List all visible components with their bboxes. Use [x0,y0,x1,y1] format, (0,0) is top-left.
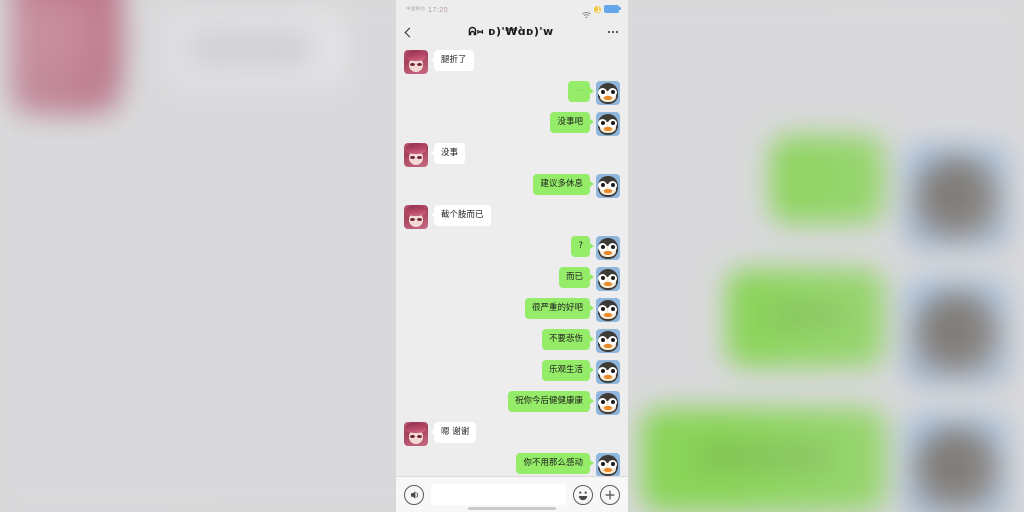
chevron-left-icon [404,27,415,37]
outgoing-message-bubble[interactable]: 不要悲伤 [541,329,594,350]
message-row: 截个肢而已 [404,205,620,229]
meme-penguin-avatar[interactable] [596,81,620,105]
more-options-button[interactable] [602,30,618,34]
anime-girl-avatar[interactable] [404,205,428,229]
phone-screenshot: 中国移动 17:20 ᕱ⑅ ᴅ)'₩ɑ̀ᴅ)'ᴡ 腿折了 ··· 没事吧 没事 … [396,0,628,512]
meme-penguin-avatar[interactable] [596,453,620,476]
anime-girl-avatar[interactable] [404,422,428,446]
chat-title: ᕱ⑅ ᴅ)'₩ɑ̀ᴅ)'ᴡ [468,25,554,38]
carrier-label: 中国移动 [406,6,425,11]
incoming-message-bubble[interactable]: 没事 [430,143,466,164]
outgoing-message-bubble[interactable]: 而已 [558,267,594,288]
message-row: ? [404,236,620,260]
message-row: 腿折了 [404,50,620,74]
message-row: 你不用那么感动 [404,453,620,476]
wifi-icon [582,6,591,19]
meme-penguin-avatar[interactable] [596,391,620,415]
more-options-icon [612,30,615,34]
meme-penguin-avatar[interactable] [596,236,620,260]
message-row: 没事 [404,143,620,167]
message-row: 乐观生活 [404,360,620,384]
incoming-message-bubble[interactable]: 截个肢而已 [430,205,491,226]
message-row: 而已 [404,267,620,291]
shield-check-icon [594,5,601,13]
outgoing-message-bubble[interactable]: 没事吧 [550,112,593,133]
battery-icon [604,5,621,13]
nav-bar: ᕱ⑅ ᴅ)'₩ɑ̀ᴅ)'ᴡ [396,18,628,46]
message-row: 祝你今后健健康康 [404,391,620,415]
outgoing-message-bubble[interactable]: 你不用那么感动 [516,453,593,474]
status-time: 17:20 [427,4,449,14]
message-row: 不要悲伤 [404,329,620,353]
message-row: 很严重的好吧 [404,298,620,322]
anime-girl-avatar[interactable] [404,50,428,74]
outgoing-message-bubble[interactable]: 乐观生活 [541,360,594,381]
meme-penguin-avatar[interactable] [596,329,620,353]
emoji-smiley-icon[interactable] [573,484,593,505]
more-options-icon [615,30,618,34]
outgoing-message-bubble[interactable]: ? [571,236,593,257]
meme-penguin-avatar[interactable] [596,298,620,322]
message-row: ··· [404,81,620,105]
meme-penguin-avatar[interactable] [596,174,620,198]
back-button[interactable] [404,23,420,41]
message-row: 嗯 谢谢 [404,422,620,446]
incoming-message-bubble[interactable]: 嗯 谢谢 [430,422,477,443]
home-indicator [468,507,556,510]
more-options-icon [608,30,611,34]
outgoing-message-bubble[interactable]: 祝你今后健健康康 [507,391,594,412]
status-bar: 中国移动 17:20 [396,0,628,19]
outgoing-message-bubble[interactable]: 建议多休息 [533,174,593,195]
message-list[interactable]: 腿折了 ··· 没事吧没事建议多休息截个肢而已? 而已很严重的好吧不要悲伤乐观生活祝你… [396,46,628,476]
meme-penguin-avatar[interactable] [596,112,620,136]
message-input[interactable] [431,484,566,505]
incoming-message-bubble[interactable]: 腿折了 [430,50,474,71]
anime-girl-avatar[interactable] [404,143,428,167]
meme-penguin-avatar[interactable] [596,360,620,384]
outgoing-message-bubble[interactable]: ··· [567,81,594,102]
message-row: 建议多休息 [404,174,620,198]
add-plus-icon[interactable] [600,484,620,505]
meme-penguin-avatar[interactable] [596,267,620,291]
voice-record-icon[interactable] [404,484,424,505]
screen: 中国移动 17:20 ᕱ⑅ ᴅ)'₩ɑ̀ᴅ)'ᴡ 腿折了 ··· 没事吧 没事 … [0,0,1024,512]
outgoing-message-bubble[interactable]: 很严重的好吧 [524,298,594,319]
input-bar [396,476,628,512]
message-row: 没事吧 [404,112,620,136]
